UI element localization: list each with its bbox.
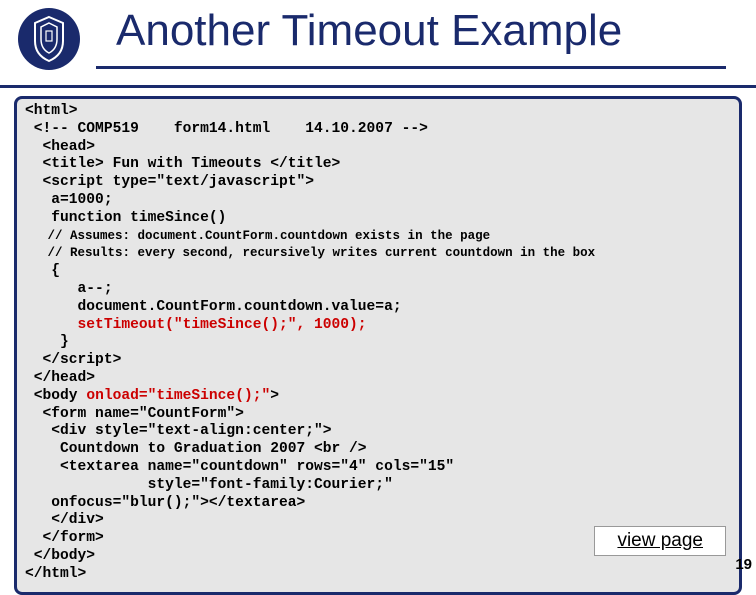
code-line: onfocus="blur();"></textarea> — [25, 495, 305, 511]
code-block: <html> <!-- COMP519 form14.html 14.10.20… — [14, 96, 742, 595]
slide-header: Another Timeout Example — [0, 0, 756, 88]
code-line: </form> — [25, 530, 104, 546]
code-line: </div> — [25, 512, 104, 528]
code-line: <textarea name="countdown" rows="4" cols… — [25, 459, 454, 475]
code-line: <form name="CountForm"> — [25, 406, 244, 422]
code-line: <body onload="timeSince();"> — [25, 388, 279, 404]
code-line: style="font-family:Courier;" — [25, 477, 393, 493]
code-line: <head> — [25, 139, 95, 155]
code-line: a=1000; — [25, 192, 113, 208]
code-comment: // Assumes: document.CountForm.countdown… — [25, 229, 490, 243]
page-number: 19 — [735, 556, 752, 573]
code-line: </body> — [25, 548, 95, 564]
code-line: setTimeout("timeSince();", 1000); — [25, 317, 367, 333]
code-line: a--; — [25, 281, 113, 297]
shield-icon — [29, 15, 69, 63]
view-page-link-wrapper: view page — [594, 526, 726, 556]
code-line: <script type="text/javascript"> — [25, 174, 314, 190]
code-line: Countdown to Graduation 2007 <br /> — [25, 441, 367, 457]
code-line: <title> Fun with Timeouts </title> — [25, 156, 340, 172]
code-line: } — [25, 334, 69, 350]
code-line: function timeSince() — [25, 210, 226, 226]
code-line: </head> — [25, 370, 95, 386]
title-underline — [96, 66, 726, 69]
code-line: </script> — [25, 352, 121, 368]
code-line: { — [25, 263, 60, 279]
logo-icon — [18, 8, 80, 70]
code-line: <html> — [25, 103, 78, 119]
code-line: <!-- COMP519 form14.html 14.10.2007 --> — [25, 121, 428, 137]
code-line: </html> — [25, 566, 86, 582]
code-line: <div style="text-align:center;"> — [25, 423, 332, 439]
code-line: document.CountForm.countdown.value=a; — [25, 299, 402, 315]
code-comment: // Results: every second, recursively wr… — [25, 246, 595, 260]
view-page-link[interactable]: view page — [594, 526, 726, 556]
slide-title: Another Timeout Example — [116, 6, 622, 56]
